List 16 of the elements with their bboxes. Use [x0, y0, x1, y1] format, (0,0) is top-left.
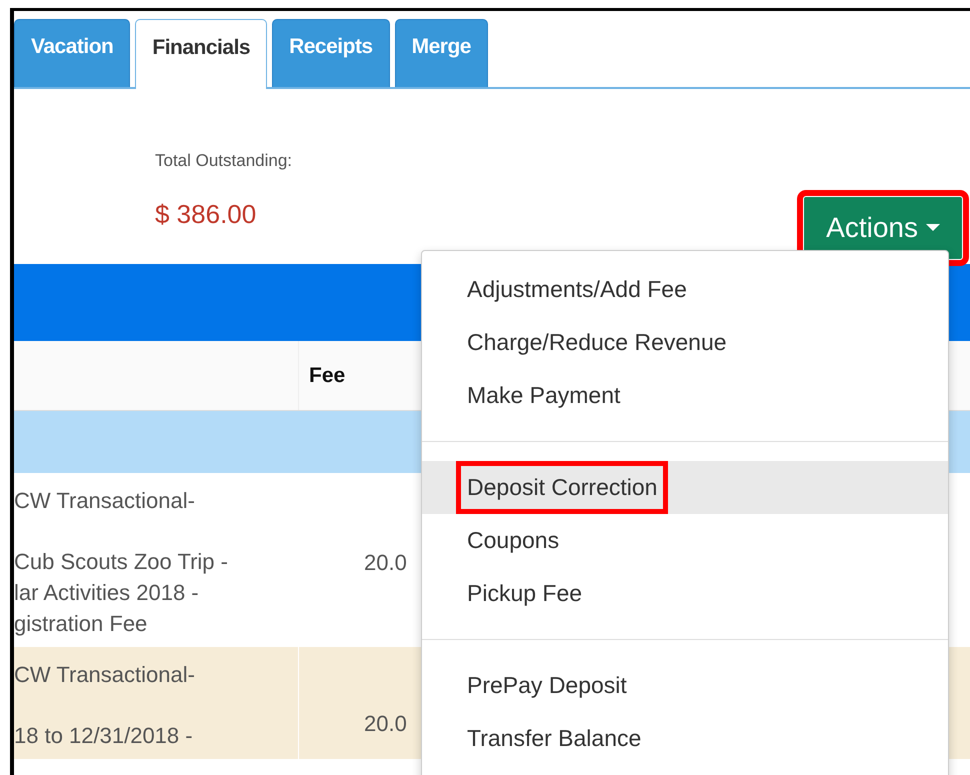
total-outstanding-amount: $ 386.00	[155, 198, 258, 231]
table-cell-text: 20.0	[364, 550, 407, 575]
menu-item[interactable]: PrePay Deposit	[422, 659, 948, 712]
table-cell-text: 18 to 12/31/2018 -	[14, 722, 194, 750]
menu-item[interactable]: Deposit Correction	[422, 461, 948, 514]
menu-item[interactable]: Transfer Balance	[422, 712, 948, 765]
menu-item[interactable]: Adjustments/Add Fee	[422, 263, 948, 316]
menu-item[interactable]: Coupons	[422, 514, 948, 567]
caret-icon	[926, 224, 940, 232]
menu-item[interactable]: Pickup Fee	[422, 567, 948, 620]
table-cell-text: 20.0	[364, 711, 407, 736]
table-cell-text: Cub Scouts Zoo Trip - lar Activities 2018 - gistration Fee	[14, 548, 229, 638]
total-outstanding-label: Total Outstanding:	[155, 150, 292, 172]
tab[interactable]: Financials	[135, 19, 268, 89]
table-cell-text: CW Transactional-	[14, 487, 196, 515]
table-cell-text: CW Transactional-	[14, 661, 196, 689]
